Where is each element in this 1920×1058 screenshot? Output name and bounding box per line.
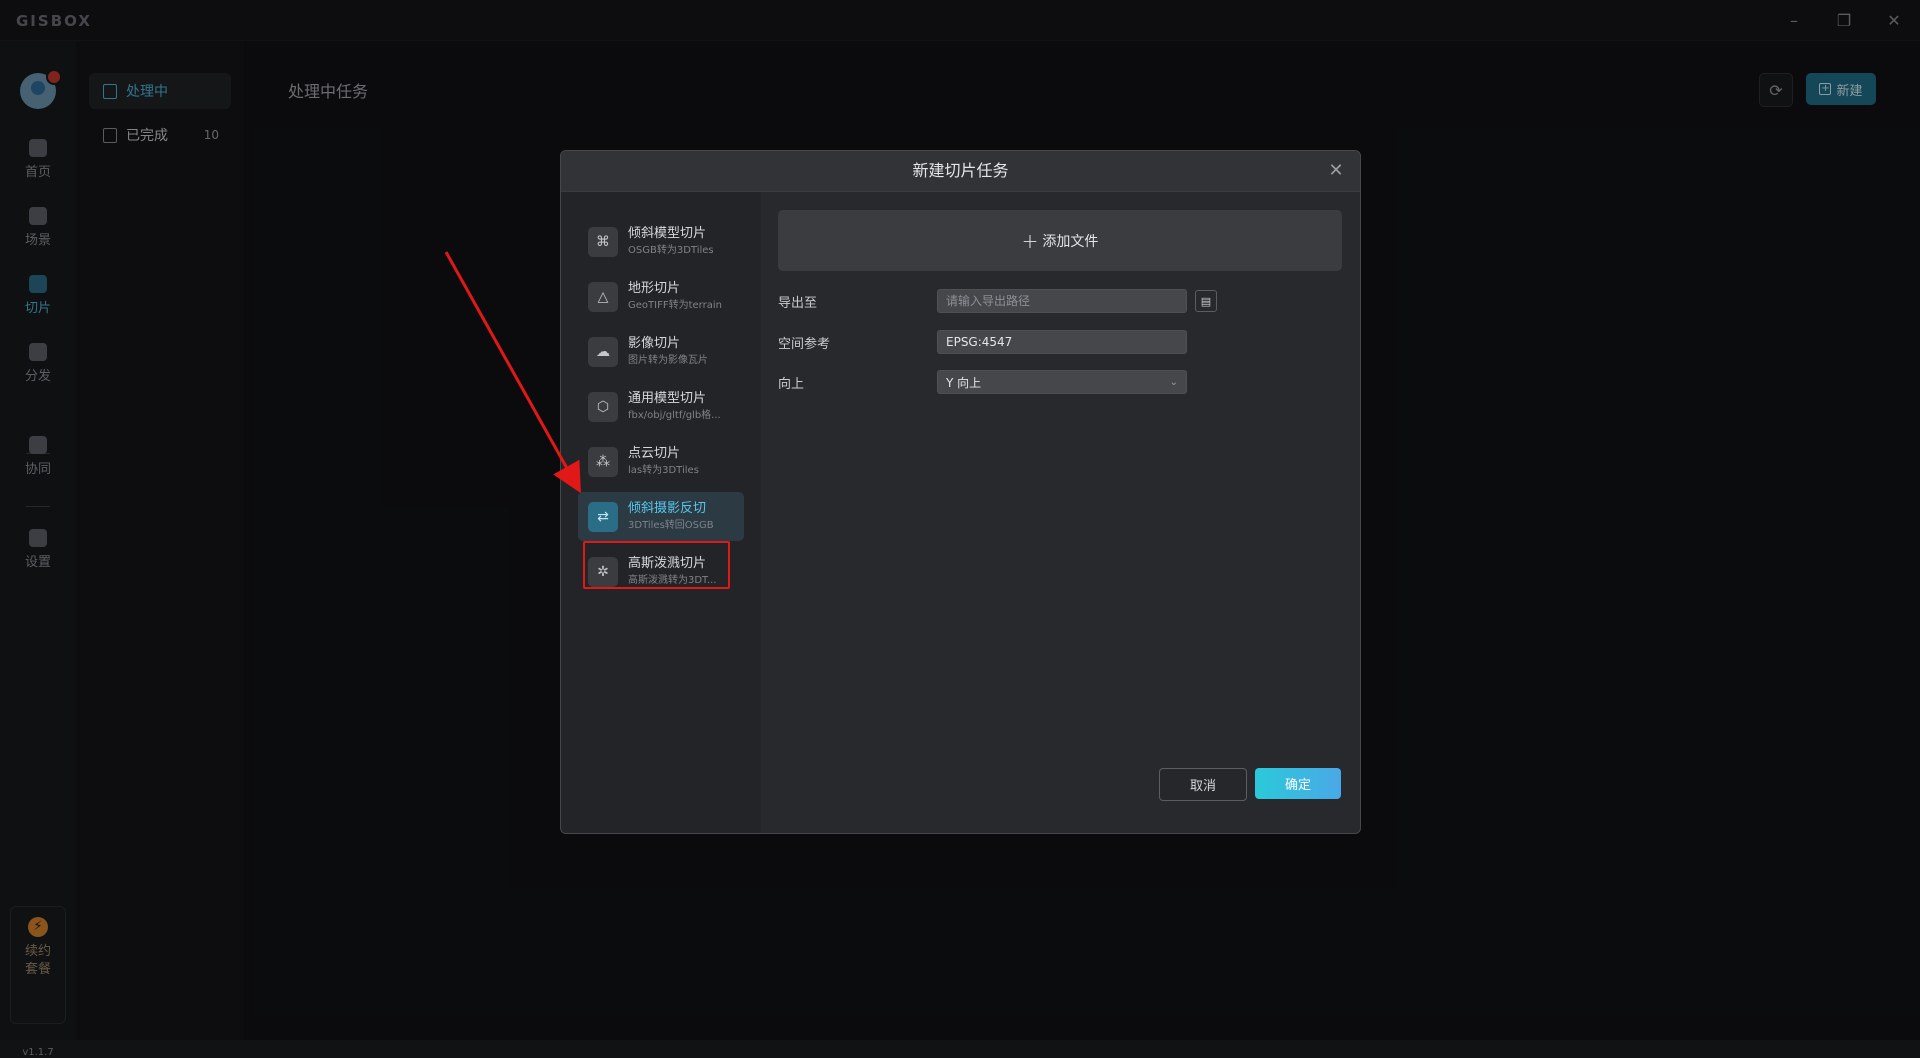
point-cloud-icon: ⁂: [588, 446, 618, 477]
crs-row: 空间参考: [778, 330, 1187, 354]
task-type-terrain[interactable]: △ 地形切片 GeoTIFF转为terrain: [578, 272, 744, 321]
up-axis-label: 向上: [778, 376, 805, 392]
dialog-header: 新建切片任务 ✕: [561, 151, 1360, 192]
task-type-oblique-reverse[interactable]: ⇄ 倾斜摄影反切 3DTiles转回OSGB: [578, 492, 744, 541]
export-path-row: 导出至 ▤: [778, 289, 1217, 313]
task-type-list: ⌘ 倾斜模型切片 OSGB转为3DTiles △ 地形切片 GeoTIFF转为t…: [561, 192, 761, 833]
export-path-label: 导出至: [778, 295, 818, 311]
molecule-icon: ✲: [588, 556, 618, 587]
task-type-oblique-model[interactable]: ⌘ 倾斜模型切片 OSGB转为3DTiles: [578, 217, 744, 266]
dialog-title: 新建切片任务: [912, 161, 1009, 180]
task-subtitle: OSGB转为3DTiles: [628, 244, 714, 256]
crs-input[interactable]: [937, 330, 1187, 354]
task-title: 点云切片: [628, 445, 681, 461]
task-subtitle: las转为3DTiles: [628, 464, 699, 476]
cancel-button[interactable]: 取消: [1159, 768, 1247, 801]
folder-icon[interactable]: ▤: [1195, 290, 1217, 312]
add-file-label: 添加文件: [1042, 233, 1099, 250]
task-title: 倾斜模型切片: [628, 225, 707, 241]
close-icon[interactable]: ✕: [1324, 151, 1348, 191]
up-axis-value: Y 向上: [946, 375, 982, 390]
cloud-icon: ☁: [588, 336, 618, 367]
export-path-input[interactable]: [937, 289, 1187, 313]
task-subtitle: fbx/obj/gltf/glb格...: [628, 409, 721, 421]
chevron-down-icon: ⌄: [1169, 376, 1178, 388]
task-subtitle: GeoTIFF转为terrain: [628, 299, 722, 311]
plus-icon: +: [1021, 228, 1039, 253]
crs-label: 空间参考: [778, 336, 831, 352]
task-title: 地形切片: [628, 280, 681, 296]
task-type-imagery[interactable]: ☁ 影像切片 图片转为影像瓦片: [578, 327, 744, 376]
task-subtitle: 图片转为影像瓦片: [628, 354, 708, 366]
confirm-button[interactable]: 确定: [1255, 768, 1341, 799]
task-title: 通用模型切片: [628, 390, 707, 406]
version-label: v1.1.7: [22, 1047, 54, 1058]
box-icon: ⬡: [588, 391, 618, 422]
task-title: 高斯泼溅切片: [628, 555, 707, 571]
task-type-general-model[interactable]: ⬡ 通用模型切片 fbx/obj/gltf/glb格...: [578, 382, 744, 431]
command-icon: ⌘: [588, 226, 618, 257]
task-title: 影像切片: [628, 335, 681, 351]
task-subtitle: 3DTiles转回OSGB: [628, 519, 714, 531]
mountain-icon: △: [588, 281, 618, 312]
task-type-point-cloud[interactable]: ⁂ 点云切片 las转为3DTiles: [578, 437, 744, 486]
add-file-button[interactable]: + 添加文件: [778, 210, 1342, 271]
task-subtitle: 高斯泼溅转为3DT...: [628, 574, 717, 586]
new-tile-task-dialog: 新建切片任务 ✕ ⌘ 倾斜模型切片 OSGB转为3DTiles △ 地形切片 G…: [560, 150, 1361, 834]
task-type-gaussian-splat[interactable]: ✲ 高斯泼溅切片 高斯泼溅转为3DT...: [578, 547, 744, 596]
up-axis-select[interactable]: Y 向上 ⌄: [937, 370, 1187, 394]
up-axis-row: 向上 Y 向上 ⌄: [778, 370, 1187, 394]
task-title: 倾斜摄影反切: [628, 500, 707, 516]
swap-icon: ⇄: [588, 501, 618, 532]
